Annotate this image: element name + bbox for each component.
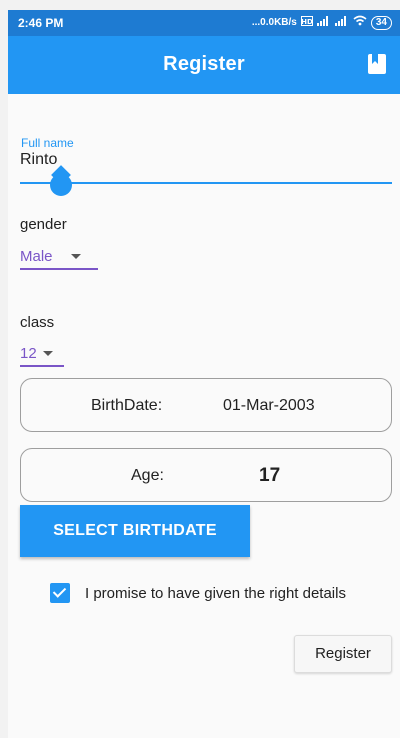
- svg-text:HD: HD: [301, 18, 313, 26]
- agreement-checkbox[interactable]: [50, 583, 70, 603]
- full-name-label: Full name: [21, 136, 74, 150]
- age-value: 17: [259, 465, 281, 486]
- app-bar: Register: [8, 36, 400, 94]
- gender-selected: Male: [20, 247, 53, 265]
- check-icon: [52, 584, 67, 598]
- phone-screen: 2:46 PM ...0.0KB/s HD 34 Register Full n…: [8, 10, 400, 738]
- gender-dropdown[interactable]: Male: [20, 244, 98, 270]
- chevron-down-icon: [42, 350, 53, 356]
- battery-indicator: 34: [370, 16, 392, 30]
- network-speed: ...0.0KB/s: [251, 17, 297, 28]
- full-name-input[interactable]: Rinto: [20, 151, 57, 169]
- page-title: Register: [163, 53, 245, 75]
- status-bar: 2:46 PM ...0.0KB/s HD 34: [8, 10, 400, 36]
- hd-volte-icon: HD: [300, 15, 313, 31]
- chevron-down-icon: [70, 253, 81, 259]
- age-label: Age:: [131, 467, 164, 484]
- age-display: Age: 17: [20, 448, 392, 502]
- class-selected: 12: [20, 344, 37, 362]
- text-cursor-handle-cap[interactable]: [50, 174, 72, 196]
- birthdate-label: BirthDate:: [91, 397, 163, 414]
- birthdate-display: BirthDate: 01-Mar-2003: [20, 378, 392, 432]
- signal-icon: [316, 15, 331, 31]
- agreement-label: I promise to have given the right detail…: [85, 585, 346, 602]
- select-birthdate-button[interactable]: SELECT BIRTHDATE: [20, 505, 250, 557]
- class-label: class: [20, 314, 55, 331]
- wifi-icon: [353, 15, 367, 31]
- bookmark-icon[interactable]: [368, 54, 386, 74]
- full-name-underline: [20, 182, 392, 184]
- gender-label: gender: [20, 216, 67, 233]
- register-button[interactable]: Register: [294, 635, 392, 673]
- birthdate-value: 01-Mar-2003: [223, 397, 315, 414]
- status-time: 2:46 PM: [18, 16, 64, 30]
- class-dropdown[interactable]: 12: [20, 341, 64, 367]
- status-icons: ...0.0KB/s HD 34: [252, 15, 392, 31]
- signal-icon: [334, 15, 349, 31]
